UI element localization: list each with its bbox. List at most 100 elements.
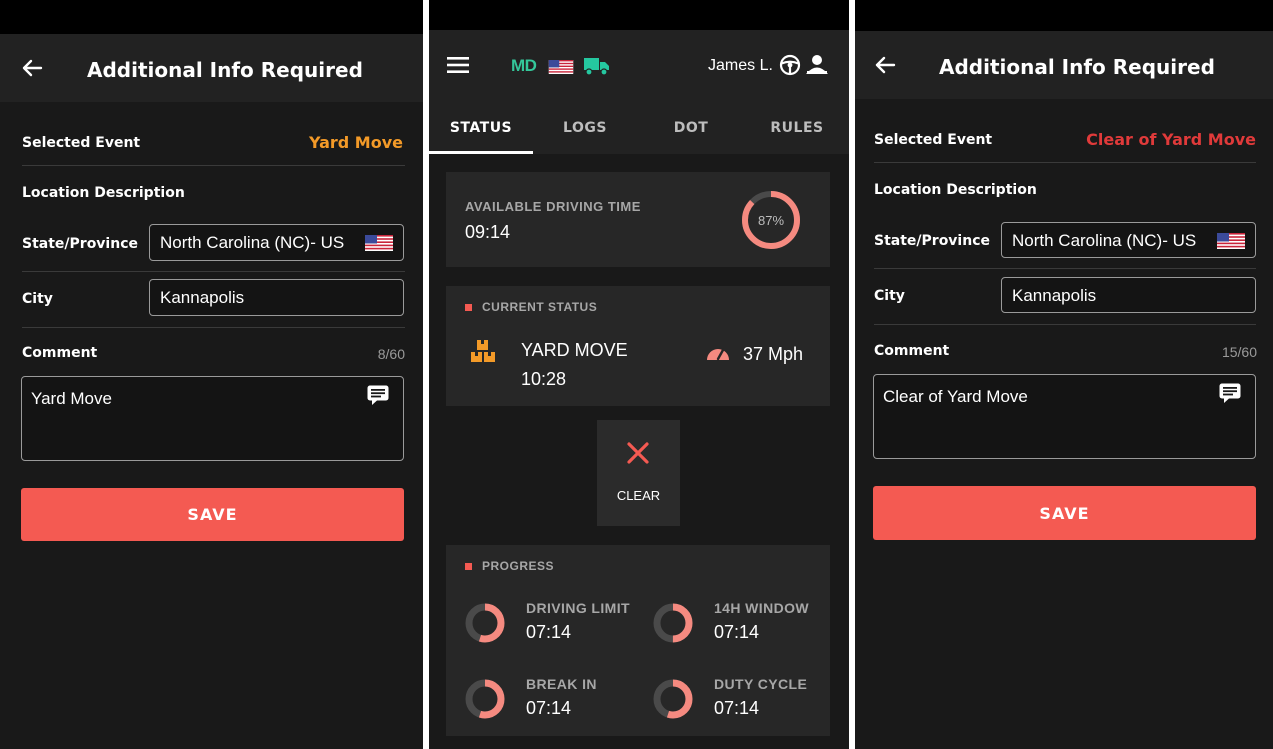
- progress-ring: [465, 679, 505, 719]
- device-status-bar: [0, 0, 423, 34]
- progress-ring: [653, 679, 693, 719]
- save-button[interactable]: SAVE: [21, 488, 404, 541]
- clear-status-button[interactable]: CLEAR: [597, 420, 680, 526]
- divider: [22, 327, 405, 328]
- message-icon: [1219, 383, 1241, 403]
- selected-event-label: Selected Event: [22, 135, 141, 151]
- save-button[interactable]: SAVE: [873, 486, 1256, 540]
- progress-item-driving-limit: DRIVING LIMIT 07:14: [465, 597, 645, 653]
- comment-char-counter: 15/60: [1221, 344, 1257, 360]
- divider: [22, 165, 405, 166]
- comment-label: Comment: [22, 345, 98, 361]
- top-bar: MD James L.: [429, 30, 849, 104]
- location-description-label: Location Description: [874, 182, 1037, 198]
- progress-item-14h-window: 14H WINDOW 07:14: [653, 597, 828, 653]
- location-description-label: Location Description: [22, 185, 185, 201]
- state-province-label: State/Province: [22, 236, 138, 252]
- progress-item-value: 07:14: [714, 698, 760, 718]
- divider: [874, 324, 1256, 325]
- comment-char-counter: 8/60: [377, 346, 405, 362]
- comment-value: Clear of Yard Move: [883, 387, 1028, 406]
- us-flag-icon: [548, 60, 574, 74]
- divider: [874, 162, 1256, 163]
- current-speed: 37 Mph: [743, 344, 804, 364]
- tab-dot[interactable]: DOT: [637, 120, 745, 136]
- progress-item-label: DRIVING LIMIT: [526, 600, 630, 616]
- tab-logs[interactable]: LOGS: [533, 120, 637, 136]
- selected-event-label: Selected Event: [874, 132, 993, 148]
- progress-item-duty-cycle: DUTY CYCLE 07:14: [653, 673, 828, 729]
- additional-info-screen-clear-yard-move: Additional Info Required Selected Event …: [855, 0, 1273, 749]
- state-province-select[interactable]: North Carolina (NC)- US: [1001, 222, 1256, 258]
- tab-status[interactable]: STATUS: [429, 120, 533, 136]
- divider: [22, 271, 405, 272]
- selected-event-value: Yard Move: [308, 133, 403, 152]
- hamburger-menu-icon[interactable]: [447, 56, 471, 79]
- divider: [874, 268, 1256, 269]
- city-label: City: [874, 288, 905, 304]
- message-icon: [367, 385, 389, 405]
- additional-info-screen-yard-move: Additional Info Required Selected Event …: [0, 0, 423, 749]
- steering-wheel-icon[interactable]: [779, 54, 801, 81]
- progress-item-label: DUTY CYCLE: [714, 676, 808, 692]
- page-title: Additional Info Required: [939, 55, 1215, 79]
- progress-item-value: 07:14: [526, 698, 572, 718]
- speedometer-icon: [705, 342, 731, 367]
- logo-text: MD: [511, 56, 537, 75]
- progress-item-value: 07:14: [526, 622, 572, 642]
- progress-label: PROGRESS: [482, 559, 555, 573]
- tab-rules[interactable]: RULES: [745, 120, 849, 136]
- app-bar: Additional Info Required: [0, 34, 423, 102]
- comment-label: Comment: [874, 343, 950, 359]
- us-flag-icon: [1217, 233, 1245, 249]
- app-logo: MD: [511, 56, 537, 76]
- truck-icon: [584, 56, 610, 81]
- state-province-value: North Carolina (NC)- US: [1012, 231, 1197, 250]
- us-flag-icon: [365, 235, 393, 251]
- state-province-value: North Carolina (NC)- US: [160, 233, 345, 252]
- device-status-bar: [855, 0, 1273, 31]
- current-status-text: YARD MOVE: [521, 340, 628, 360]
- yard-move-boxes-icon: [470, 338, 496, 369]
- city-value: Kannapolis: [160, 288, 245, 307]
- progress-ring: [653, 603, 693, 643]
- tab-bar: STATUS LOGS DOT RULES: [429, 104, 849, 154]
- state-province-select[interactable]: North Carolina (NC)- US: [149, 224, 404, 261]
- comment-textarea[interactable]: Clear of Yard Move: [873, 374, 1256, 459]
- gauge-percent-text: 87%: [758, 213, 784, 228]
- available-driving-label: AVAILABLE DRIVING TIME: [465, 199, 641, 214]
- city-label: City: [22, 291, 53, 307]
- close-x-icon: [626, 441, 650, 470]
- arrow-left-icon[interactable]: [12, 48, 52, 88]
- progress-item-label: BREAK IN: [526, 676, 597, 692]
- dashboard-screen: MD James L. STATUS LOGS DOT RULES AVAILA…: [429, 0, 849, 749]
- co-driver-icon[interactable]: [805, 53, 829, 80]
- current-status-card: CURRENT STATUS YARD MOVE 10:28 37 Mph: [446, 286, 830, 406]
- app-bar: Additional Info Required: [855, 31, 1273, 99]
- current-status-time: 10:28: [521, 369, 567, 389]
- city-value: Kannapolis: [1012, 286, 1097, 305]
- progress-ring: [465, 603, 505, 643]
- state-province-label: State/Province: [874, 233, 990, 249]
- progress-marker: [465, 563, 472, 570]
- progress-item-break-in: BREAK IN 07:14: [465, 673, 645, 729]
- arrow-left-icon[interactable]: [865, 45, 905, 85]
- progress-item-label: 14H WINDOW: [714, 600, 809, 616]
- comment-textarea[interactable]: Yard Move: [21, 376, 404, 461]
- available-driving-card: AVAILABLE DRIVING TIME 09:14 87%: [446, 172, 830, 267]
- available-driving-gauge: 87%: [742, 191, 800, 249]
- available-driving-value: 09:14: [465, 222, 511, 242]
- progress-card: PROGRESS DRIVING LIMIT 07:14 14H WINDOW …: [446, 545, 830, 736]
- driver-name: James L.: [708, 57, 773, 74]
- city-input[interactable]: Kannapolis: [1001, 277, 1256, 313]
- current-status-label: CURRENT STATUS: [482, 300, 598, 314]
- progress-item-value: 07:14: [714, 622, 760, 642]
- page-title: Additional Info Required: [87, 58, 363, 82]
- clear-label: CLEAR: [616, 488, 661, 503]
- status-marker: [465, 304, 472, 311]
- comment-value: Yard Move: [31, 389, 112, 408]
- device-status-bar: [429, 0, 849, 30]
- selected-event-value: Clear of Yard Move: [1086, 130, 1256, 149]
- city-input[interactable]: Kannapolis: [149, 279, 404, 316]
- active-tab-indicator: [429, 151, 533, 154]
